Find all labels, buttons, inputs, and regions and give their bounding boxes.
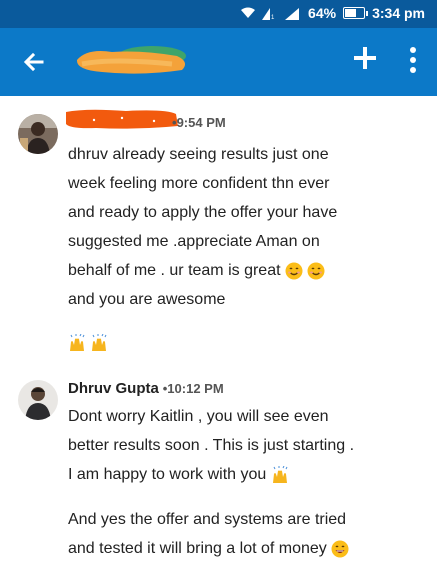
message-header: •9:54 PM [172, 114, 226, 131]
signal-icon: 1 [262, 7, 275, 20]
avatar[interactable] [18, 380, 58, 420]
timestamp: •10:12 PM [162, 381, 224, 396]
app-bar [0, 28, 437, 96]
message-line: And yes the offer and systems are tried [68, 511, 347, 528]
message-line: suggested me .appreciate Aman on [68, 233, 320, 250]
message-line: and ready to apply the offer your have [68, 204, 338, 221]
message-line-with-emoji: behalf of me . ur team is great [68, 256, 423, 285]
message-line-with-emoji: and tested it will bring a lot of money [68, 534, 423, 563]
battery-icon [343, 7, 369, 19]
signal-icon-2 [285, 7, 300, 20]
back-arrow-icon[interactable] [20, 48, 48, 76]
avatar-photo [18, 380, 58, 420]
message-line: and you are awesome [68, 291, 226, 308]
message-line: better results soon . This is just start… [68, 437, 355, 454]
raising-hands-icon [92, 333, 107, 351]
message-header: Dhruv Gupta •10:12 PM [68, 380, 224, 397]
message-line: week feeling more confident thn ever [68, 175, 330, 192]
message-body: dhruv already seeing results just one we… [68, 140, 423, 357]
timestamp: •9:54 PM [172, 115, 226, 130]
battery-percent: 64% [308, 5, 337, 21]
redacted-sender-name [66, 109, 178, 129]
svg-text:1: 1 [271, 15, 275, 20]
grinning-face-icon [331, 540, 349, 558]
message-body: Dont worry Kaitlin , you will see even b… [68, 402, 423, 563]
wifi-icon [241, 7, 256, 18]
status-bar: 1 64% 3:34 pm [0, 0, 437, 28]
smiling-face-icon [285, 262, 303, 280]
status-time: 3:34 pm [372, 5, 425, 21]
message-line-with-emoji: I am happy to work with you [68, 460, 423, 489]
raising-hands-icon [272, 465, 288, 483]
plus-icon[interactable] [351, 44, 379, 72]
sender-name: Dhruv Gupta [68, 380, 159, 397]
message-line: Dont worry Kaitlin , you will see even [68, 408, 329, 425]
raising-hands-icon [70, 333, 85, 351]
more-vertical-icon[interactable] [409, 46, 417, 74]
message-line: dhruv already seeing results just one [68, 146, 329, 163]
redacted-contact-name [76, 46, 186, 74]
smiling-face-icon [307, 262, 325, 280]
emoji-row [68, 328, 423, 357]
avatar-photo [18, 114, 58, 154]
avatar[interactable] [18, 114, 58, 154]
